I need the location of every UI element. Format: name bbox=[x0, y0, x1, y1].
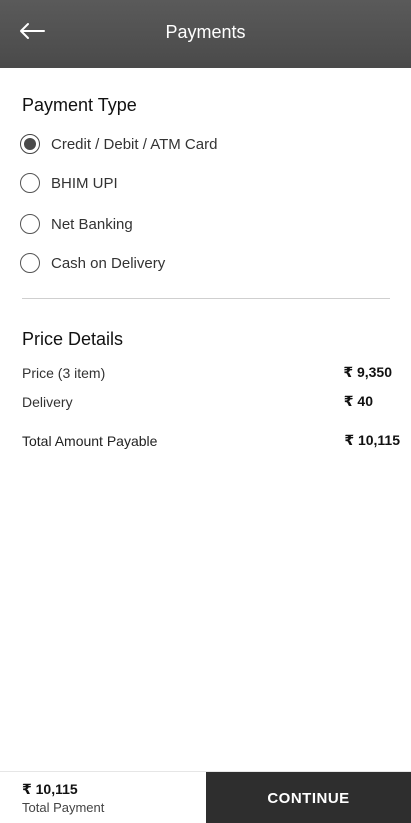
delivery-value: ₹ 40 bbox=[343, 393, 373, 409]
radio-unselected-icon[interactable] bbox=[20, 214, 40, 234]
total-payment-box: ₹ 10,115 Total Payment bbox=[0, 772, 206, 823]
delivery-label: Delivery bbox=[22, 393, 73, 410]
payment-option-netbanking[interactable]: Net Banking bbox=[20, 212, 133, 236]
price-details-title: Price Details bbox=[22, 329, 124, 349]
delivery-row: Delivery ₹ 40 bbox=[22, 393, 373, 410]
payment-option-cod[interactable]: Cash on Delivery bbox=[20, 251, 165, 275]
price-label: Price (3 item) bbox=[22, 364, 106, 381]
payments-screen: Payments Payment Type Credit / Debit / A… bbox=[0, 0, 411, 823]
total-label: Total Amount Payable bbox=[22, 432, 158, 449]
radio-selected-icon[interactable] bbox=[20, 134, 40, 154]
radio-unselected-icon[interactable] bbox=[20, 173, 40, 193]
app-header: Payments bbox=[0, 0, 411, 68]
payment-option-card[interactable]: Credit / Debit / ATM Card bbox=[20, 132, 217, 156]
payment-option-label: Cash on Delivery bbox=[51, 254, 166, 272]
footer-total-amount: ₹ 10,115 bbox=[22, 781, 78, 797]
continue-button[interactable]: CONTINUE bbox=[206, 772, 411, 823]
page-title: Payments bbox=[165, 22, 246, 42]
radio-unselected-icon[interactable] bbox=[20, 253, 40, 273]
total-value: ₹ 10,115 bbox=[344, 432, 400, 448]
payment-option-label: Net Banking bbox=[51, 215, 133, 233]
total-row: Total Amount Payable ₹ 10,115 bbox=[22, 432, 400, 449]
payment-option-label: BHIM UPI bbox=[51, 174, 118, 192]
payment-type-title: Payment Type bbox=[22, 95, 137, 115]
footer-total-caption: Total Payment bbox=[22, 800, 105, 815]
payment-option-upi[interactable]: BHIM UPI bbox=[20, 171, 118, 195]
payment-option-label: Credit / Debit / ATM Card bbox=[51, 135, 218, 153]
price-value: ₹ 9,350 bbox=[343, 364, 392, 380]
section-divider bbox=[22, 298, 390, 299]
checkout-bar: ₹ 10,115 Total Payment CONTINUE bbox=[0, 771, 411, 823]
price-row: Price (3 item) ₹ 9,350 bbox=[22, 364, 392, 381]
